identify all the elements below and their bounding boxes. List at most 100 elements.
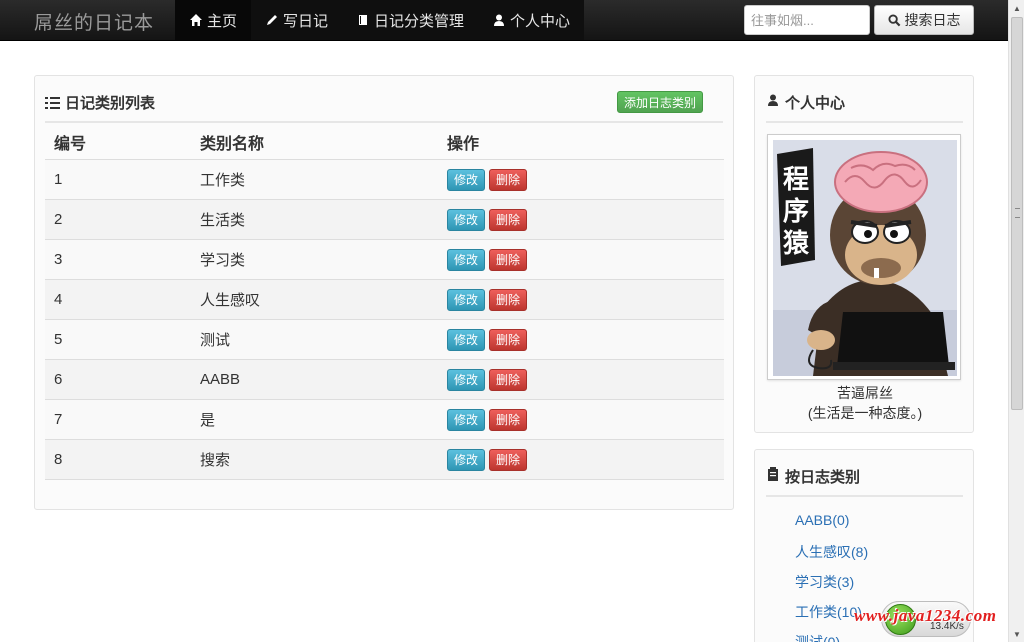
search-button-label: 搜索日志 — [904, 12, 961, 28]
scroll-down-arrow-icon[interactable]: ▼ — [1009, 626, 1024, 642]
row-id: 5 — [54, 331, 63, 348]
row-name: 学习类 — [200, 252, 246, 269]
table-row: 5 测试 修改 删除 — [45, 320, 724, 360]
row-actions: 修改 删除 — [438, 288, 724, 311]
book-icon — [359, 15, 368, 25]
delete-button[interactable]: 删除 — [489, 208, 527, 231]
main-nav: 主页 写日记 日记分类管理 个人中心 — [175, 0, 585, 40]
table-header: 编号 类别名称 操作 — [45, 124, 724, 160]
programmer-monkey-avatar-icon: 程 序 猿 — [773, 140, 957, 376]
column-header-name: 类别名称 — [200, 135, 265, 153]
row-id: 7 — [54, 411, 63, 428]
edit-button[interactable]: 修改 — [447, 368, 485, 391]
category-panel-header: 按日志类别 — [766, 463, 963, 497]
add-category-button[interactable]: 添加日志类别 — [617, 91, 703, 113]
user-icon — [768, 94, 778, 106]
profile-name: 苦逼屌丝 — [837, 385, 893, 401]
edit-button[interactable]: 修改 — [447, 208, 485, 231]
category-list-panel: 日记类别列表 添加日志类别 编号 类别名称 操作 1 工作类 修改 删除 2 生… — [34, 75, 734, 510]
delete-button[interactable]: 删除 — [489, 168, 527, 191]
nav-item-write[interactable]: 写日记 — [251, 0, 342, 40]
panel-header: 日记类别列表 添加日志类别 — [45, 89, 723, 123]
search-input[interactable] — [744, 5, 870, 35]
row-actions: 修改 删除 — [438, 368, 724, 391]
nav-item-home[interactable]: 主页 — [175, 0, 252, 40]
table-row: 4 人生感叹 修改 删除 — [45, 280, 724, 320]
table-row: 3 学习类 修改 删除 — [45, 240, 724, 280]
table-row: 7 是 修改 删除 — [45, 400, 724, 440]
edit-button[interactable]: 修改 — [447, 248, 485, 271]
home-icon — [190, 14, 202, 26]
top-navbar: 屌丝的日记本 主页 写日记 日记分类管理 个人中心 搜索日志 — [0, 0, 1008, 41]
panel-title: 日记类别列表 — [45, 92, 155, 113]
row-id: 2 — [54, 211, 63, 228]
pencil-icon — [267, 15, 278, 25]
table-row: 6 AABB 修改 删除 — [45, 360, 724, 400]
row-id: 6 — [54, 371, 63, 388]
edit-button[interactable]: 修改 — [447, 448, 485, 471]
avatar-banner-char-3: 猿 — [782, 229, 810, 259]
delete-button[interactable]: 删除 — [489, 248, 527, 271]
row-actions: 修改 删除 — [438, 168, 724, 191]
user-icon — [494, 14, 505, 26]
category-panel-title: 按日志类别 — [785, 469, 861, 486]
row-actions: 修改 删除 — [438, 208, 724, 231]
edit-button[interactable]: 修改 — [447, 328, 485, 351]
site-watermark: www.java1234.com — [854, 606, 997, 625]
row-name: 搜索 — [200, 452, 231, 469]
nav-label: 主页 — [207, 12, 238, 30]
row-id: 8 — [54, 451, 63, 468]
profile-panel-header: 个人中心 — [766, 89, 963, 123]
table-row: 2 生活类 修改 删除 — [45, 200, 724, 240]
nav-item-profile[interactable]: 个人中心 — [478, 0, 584, 40]
row-name: 工作类 — [200, 172, 246, 189]
category-link[interactable]: AABB(0) — [795, 512, 868, 542]
row-id: 1 — [54, 171, 63, 188]
profile-panel: 个人中心 程 序 猿 苦逼屌丝 (生活是一种态度。) — [754, 75, 974, 433]
delete-button[interactable]: 删除 — [489, 408, 527, 431]
scroll-up-arrow-icon[interactable]: ▲ — [1009, 0, 1024, 16]
profile-panel-title: 个人中心 — [785, 95, 846, 112]
profile-motto: (生活是一种态度。) — [807, 405, 923, 421]
nav-label: 日记分类管理 — [374, 12, 465, 30]
row-actions: 修改 删除 — [438, 248, 724, 271]
delete-button[interactable]: 删除 — [489, 288, 527, 311]
row-name: 生活类 — [200, 212, 246, 229]
vertical-scrollbar[interactable]: ▲ ▼ — [1008, 0, 1024, 642]
list-icon — [45, 96, 60, 109]
column-header-id: 编号 — [54, 135, 87, 153]
edit-button[interactable]: 修改 — [447, 408, 485, 431]
row-name: 是 — [200, 412, 216, 429]
avatar-banner-char-1: 程 — [783, 165, 809, 195]
search-icon — [887, 13, 900, 26]
avatar-banner-char-2: 序 — [783, 196, 809, 227]
row-name: 测试 — [200, 332, 231, 349]
category-link[interactable]: 学习类(3) — [795, 572, 868, 602]
row-id: 4 — [54, 291, 63, 308]
row-actions: 修改 删除 — [438, 328, 724, 351]
nav-item-category-manage[interactable]: 日记分类管理 — [342, 0, 478, 40]
row-id: 3 — [54, 251, 63, 268]
edit-button[interactable]: 修改 — [447, 288, 485, 311]
column-header-actions: 操作 — [447, 135, 480, 153]
search-button[interactable]: 搜索日志 — [874, 5, 974, 35]
nav-label: 写日记 — [283, 12, 329, 30]
category-link[interactable]: 测试(0) — [795, 632, 868, 642]
delete-button[interactable]: 删除 — [489, 448, 527, 471]
row-actions: 修改 删除 — [438, 408, 724, 431]
nav-label: 个人中心 — [510, 12, 571, 30]
scroll-thumb[interactable] — [1011, 17, 1023, 410]
edit-button[interactable]: 修改 — [447, 168, 485, 191]
category-link[interactable]: 人生感叹(8) — [795, 542, 868, 572]
category-table: 编号 类别名称 操作 1 工作类 修改 删除 2 生活类 修改 删除 3 学习类… — [45, 124, 724, 480]
row-actions: 修改 删除 — [438, 448, 724, 471]
delete-button[interactable]: 删除 — [489, 368, 527, 391]
delete-button[interactable]: 删除 — [489, 328, 527, 351]
avatar: 程 序 猿 — [767, 134, 961, 380]
clipboard-icon — [768, 467, 778, 481]
row-name: AABB — [200, 371, 241, 388]
table-row: 8 搜索 修改 删除 — [45, 440, 724, 480]
brand-logo[interactable]: 屌丝的日记本 — [34, 8, 154, 35]
row-name: 人生感叹 — [200, 292, 261, 309]
panel-title-text: 日记类别列表 — [65, 95, 156, 112]
